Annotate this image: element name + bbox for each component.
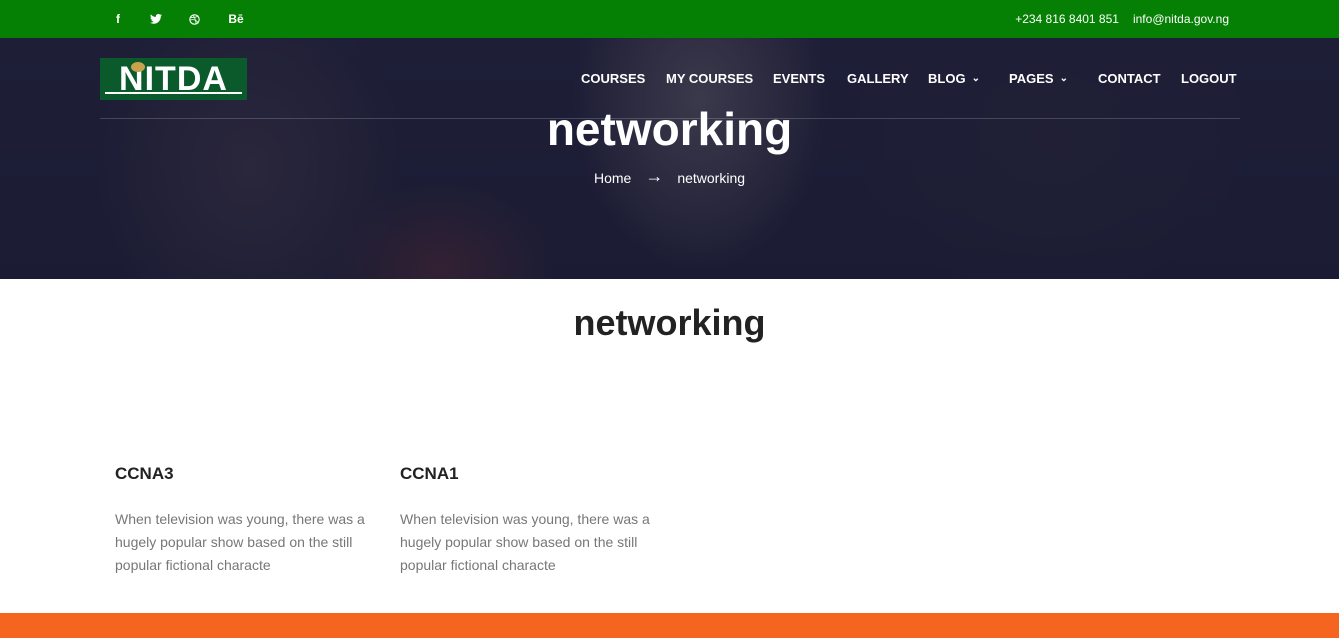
twitter-icon-glyph [150,14,162,24]
nav-pages[interactable]: PAGES ⌄ [1009,66,1068,90]
course-description: When television was young, there was a h… [115,511,365,573]
chevron-down-icon: ⌄ [971,72,980,84]
nav-pages-label: PAGES [1009,70,1054,86]
email-address[interactable]: info@nitda.gov.ng [1133,12,1229,26]
footer-band [0,613,1339,638]
top-bar: f Bē +234 816 8401 851 info@nitda.gov.ng [0,0,1339,38]
page-title: networking [573,302,766,343]
breadcrumb-current: networking [677,169,746,186]
dribbble-icon-glyph [188,13,200,25]
nav-gallery[interactable]: GALLERY [847,66,909,90]
arrow-right-icon: → [645,166,664,186]
hero-title: networking [546,103,793,155]
course-title[interactable]: CCNA3 [115,464,375,484]
chevron-down-icon: ⌄ [1059,72,1068,84]
nav-contact[interactable]: CONTACT [1098,66,1161,90]
course-title[interactable]: CCNA1 [400,464,660,484]
nav-my-courses[interactable]: MY COURSES [666,66,753,90]
logo-underline [105,92,242,94]
course-card: CCNA3 When television was young, there w… [115,464,375,577]
nav-blog-label: BLOG [928,70,966,86]
dribbble-icon[interactable] [186,0,202,38]
phone-number[interactable]: +234 816 8401 851 [1015,12,1119,26]
nav-logout[interactable]: LOGOUT [1181,66,1237,90]
behance-icon[interactable]: Bē [226,0,246,38]
coat-of-arms-icon [131,62,145,72]
contact-info: +234 816 8401 851 info@nitda.gov.ng [1015,0,1229,38]
nav-courses[interactable]: COURSES [581,66,645,90]
nav-blog[interactable]: BLOG ⌄ [928,66,980,90]
breadcrumb-home[interactable]: Home [594,170,631,186]
course-description: When television was young, there was a h… [400,511,650,573]
breadcrumb: Home → networking [0,166,1339,187]
course-card: CCNA1 When television was young, there w… [400,464,660,577]
facebook-icon[interactable]: f [110,0,126,38]
nav-events[interactable]: EVENTS [773,66,825,90]
twitter-icon[interactable] [148,0,164,38]
nitda-logo[interactable]: NITDA [100,58,247,100]
